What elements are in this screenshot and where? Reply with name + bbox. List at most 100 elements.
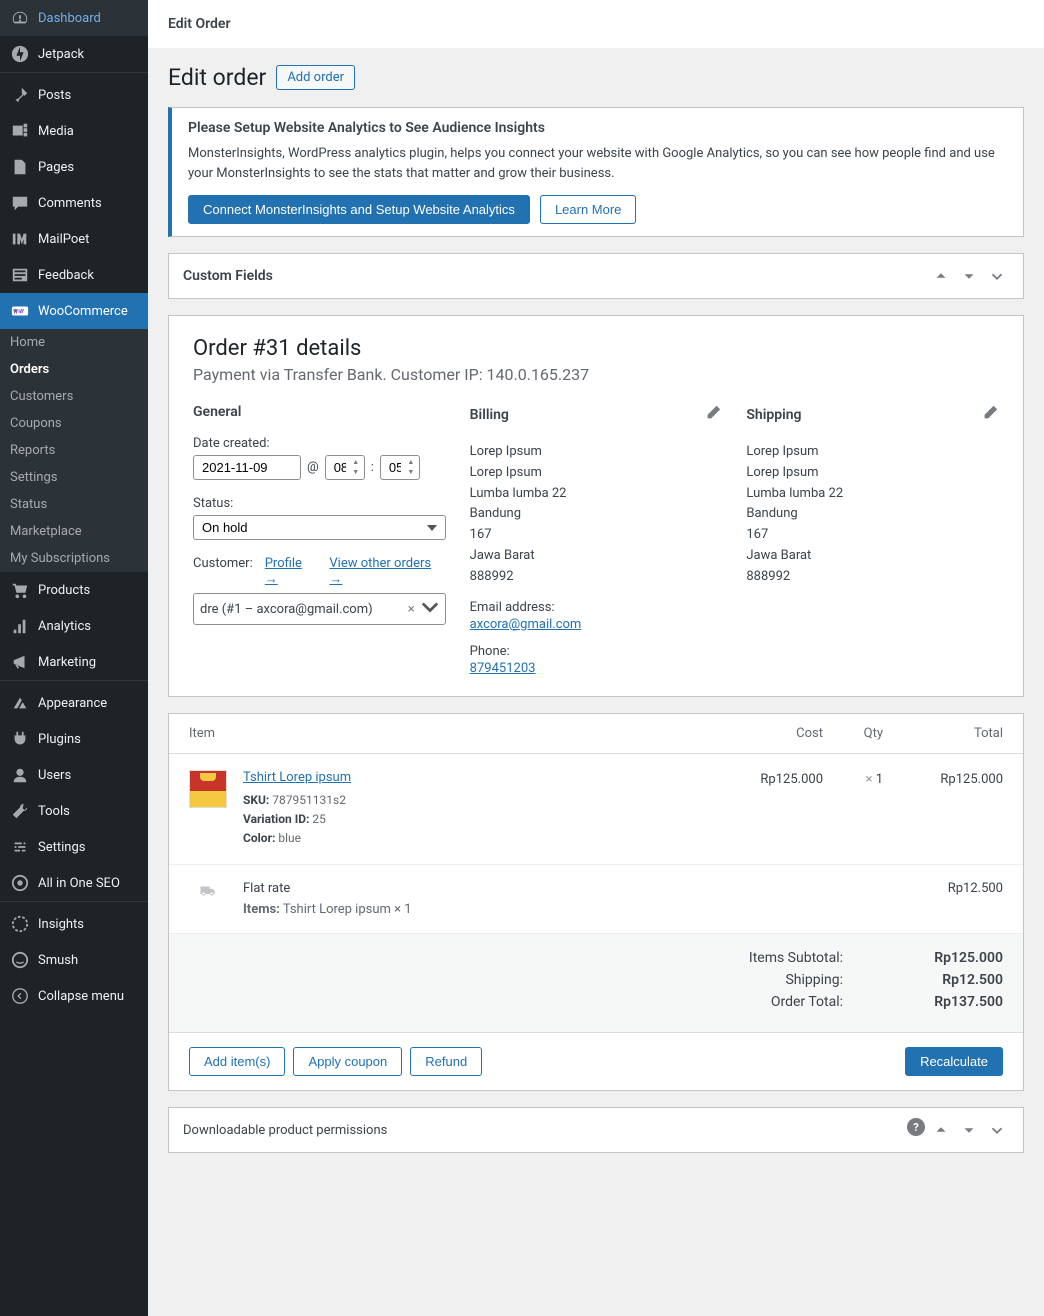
subtotal-label: Items Subtotal:	[703, 950, 843, 966]
sidebar-label: Smush	[38, 953, 78, 968]
sidebar-item-collapse[interactable]: Collapse menu	[0, 978, 148, 1014]
sidebar-item-products[interactable]: Products	[0, 572, 148, 608]
sidebar-sub-reports[interactable]: Reports	[0, 437, 148, 464]
apply-coupon-button[interactable]: Apply coupon	[293, 1047, 402, 1076]
shipping-total-value: Rp12.500	[903, 972, 1003, 988]
order-subtitle: Payment via Transfer Bank. Customer IP: …	[193, 365, 999, 384]
mailpoet-icon	[10, 229, 30, 249]
sidebar-item-tools[interactable]: Tools	[0, 793, 148, 829]
sidebar-item-smush[interactable]: Smush	[0, 942, 148, 978]
sidebar-label: Posts	[38, 88, 71, 103]
sidebar-sub-marketplace[interactable]: Marketplace	[0, 518, 148, 545]
edit-shipping-icon[interactable]	[981, 404, 999, 426]
notice-text: MonsterInsights, WordPress analytics plu…	[188, 144, 1007, 183]
order-details-panel: Order #31 details Payment via Transfer B…	[168, 315, 1024, 697]
billing-phone-link[interactable]: 879451203	[470, 661, 536, 676]
top-bar: Edit Order	[148, 0, 1044, 48]
product-thumbnail[interactable]	[189, 770, 227, 808]
sidebar-item-settings[interactable]: Settings	[0, 829, 148, 865]
smush-icon	[10, 950, 30, 970]
status-select[interactable]: On hold	[193, 515, 446, 540]
analytics-notice: Please Setup Website Analytics to See Au…	[168, 107, 1024, 237]
shipping-column: Shipping Lorep Ipsum Lorep Ipsum Lumba l…	[746, 404, 999, 676]
shipping-method-name: Flat rate	[243, 881, 883, 896]
add-order-button[interactable]: Add order	[276, 65, 355, 90]
sidebar-item-insights[interactable]: Insights	[0, 906, 148, 942]
custom-fields-title: Custom Fields	[183, 268, 273, 284]
date-label: Date created:	[193, 436, 446, 451]
settings-icon	[10, 837, 30, 857]
sidebar-item-dashboard[interactable]: Dashboard	[0, 0, 148, 36]
sidebar-item-feedback[interactable]: Feedback	[0, 257, 148, 293]
billing-column: Billing Lorep Ipsum Lorep Ipsum Lumba lu…	[470, 404, 723, 676]
sidebar-item-mailpoet[interactable]: MailPoet	[0, 221, 148, 257]
sidebar-label: Pages	[38, 160, 74, 175]
item-cost: Rp125.000	[723, 770, 823, 787]
insights-icon	[10, 914, 30, 934]
recalculate-button[interactable]: Recalculate	[905, 1047, 1003, 1076]
sidebar-item-users[interactable]: Users	[0, 757, 148, 793]
date-input[interactable]	[193, 455, 301, 480]
sidebar-sub-subscriptions[interactable]: My Subscriptions	[0, 545, 148, 572]
sidebar-sub-status[interactable]: Status	[0, 491, 148, 518]
add-items-button[interactable]: Add item(s)	[189, 1047, 285, 1076]
profile-link[interactable]: Profile →	[265, 556, 318, 587]
pin-icon	[10, 85, 30, 105]
sidebar-item-appearance[interactable]: Appearance	[0, 685, 148, 721]
billing-heading: Billing	[470, 407, 509, 423]
help-icon[interactable]: ?	[907, 1118, 925, 1136]
sidebar-item-analytics[interactable]: Analytics	[0, 608, 148, 644]
sidebar-item-media[interactable]: Media	[0, 113, 148, 149]
panel-toggle-icon[interactable]	[985, 1118, 1009, 1142]
panel-toggle-icon[interactable]	[985, 264, 1009, 288]
hour-up[interactable]: ▲	[349, 457, 363, 468]
panel-down-icon[interactable]	[957, 264, 981, 288]
order-total-value: Rp137.500	[903, 994, 1003, 1010]
sidebar-label: Plugins	[38, 732, 81, 747]
refund-button[interactable]: Refund	[410, 1047, 482, 1076]
comment-icon	[10, 193, 30, 213]
sidebar-sub-customers[interactable]: Customers	[0, 383, 148, 410]
sidebar-sub-settings[interactable]: Settings	[0, 464, 148, 491]
billing-email-link[interactable]: axcora@gmail.com	[470, 617, 582, 632]
panel-down-icon[interactable]	[957, 1118, 981, 1142]
sidebar-item-jetpack[interactable]: Jetpack	[0, 36, 148, 72]
connect-analytics-button[interactable]: Connect MonsterInsights and Setup Websit…	[188, 195, 530, 224]
page-title: Edit order	[168, 64, 266, 91]
sidebar-sub-home[interactable]: Home	[0, 329, 148, 356]
sidebar-label: Comments	[38, 196, 102, 211]
sidebar-sub-orders[interactable]: Orders	[0, 356, 148, 383]
downloadable-panel: Downloadable product permissions ?	[168, 1107, 1024, 1153]
clear-customer-icon[interactable]: ×	[402, 602, 421, 617]
collapse-icon	[10, 986, 30, 1006]
hour-down[interactable]: ▼	[349, 468, 363, 479]
jetpack-icon	[10, 44, 30, 64]
sidebar-item-comments[interactable]: Comments	[0, 185, 148, 221]
billing-address: Lorep Ipsum Lorep Ipsum Lumba lumba 22 B…	[470, 442, 723, 588]
sidebar-sub-coupons[interactable]: Coupons	[0, 410, 148, 437]
chevron-down-icon[interactable]	[421, 598, 439, 620]
appearance-icon	[10, 693, 30, 713]
at-symbol: @	[307, 460, 319, 475]
marketing-icon	[10, 652, 30, 672]
sidebar-item-seo[interactable]: All in One SEO	[0, 865, 148, 901]
sidebar-item-posts[interactable]: Posts	[0, 77, 148, 113]
edit-billing-icon[interactable]	[704, 404, 722, 426]
product-name-link[interactable]: Tshirt Lorep ipsum	[243, 770, 351, 785]
customer-select[interactable]: dre (#1 – axcora@gmail.com) ×	[193, 593, 446, 625]
feedback-icon	[10, 265, 30, 285]
sidebar-item-pages[interactable]: Pages	[0, 149, 148, 185]
products-icon	[10, 580, 30, 600]
min-down[interactable]: ▼	[404, 468, 418, 479]
shipping-total: Rp12.500	[883, 881, 1003, 896]
panel-up-icon[interactable]	[929, 264, 953, 288]
sidebar-item-plugins[interactable]: Plugins	[0, 721, 148, 757]
woocommerce-icon	[10, 301, 30, 321]
sidebar-item-woocommerce[interactable]: WooCommerce	[0, 293, 148, 329]
custom-fields-panel: Custom Fields	[168, 253, 1024, 299]
view-orders-link[interactable]: View other orders →	[329, 556, 445, 587]
learn-more-button[interactable]: Learn More	[540, 195, 636, 224]
min-up[interactable]: ▲	[404, 457, 418, 468]
sidebar-item-marketing[interactable]: Marketing	[0, 644, 148, 680]
panel-up-icon[interactable]	[929, 1118, 953, 1142]
